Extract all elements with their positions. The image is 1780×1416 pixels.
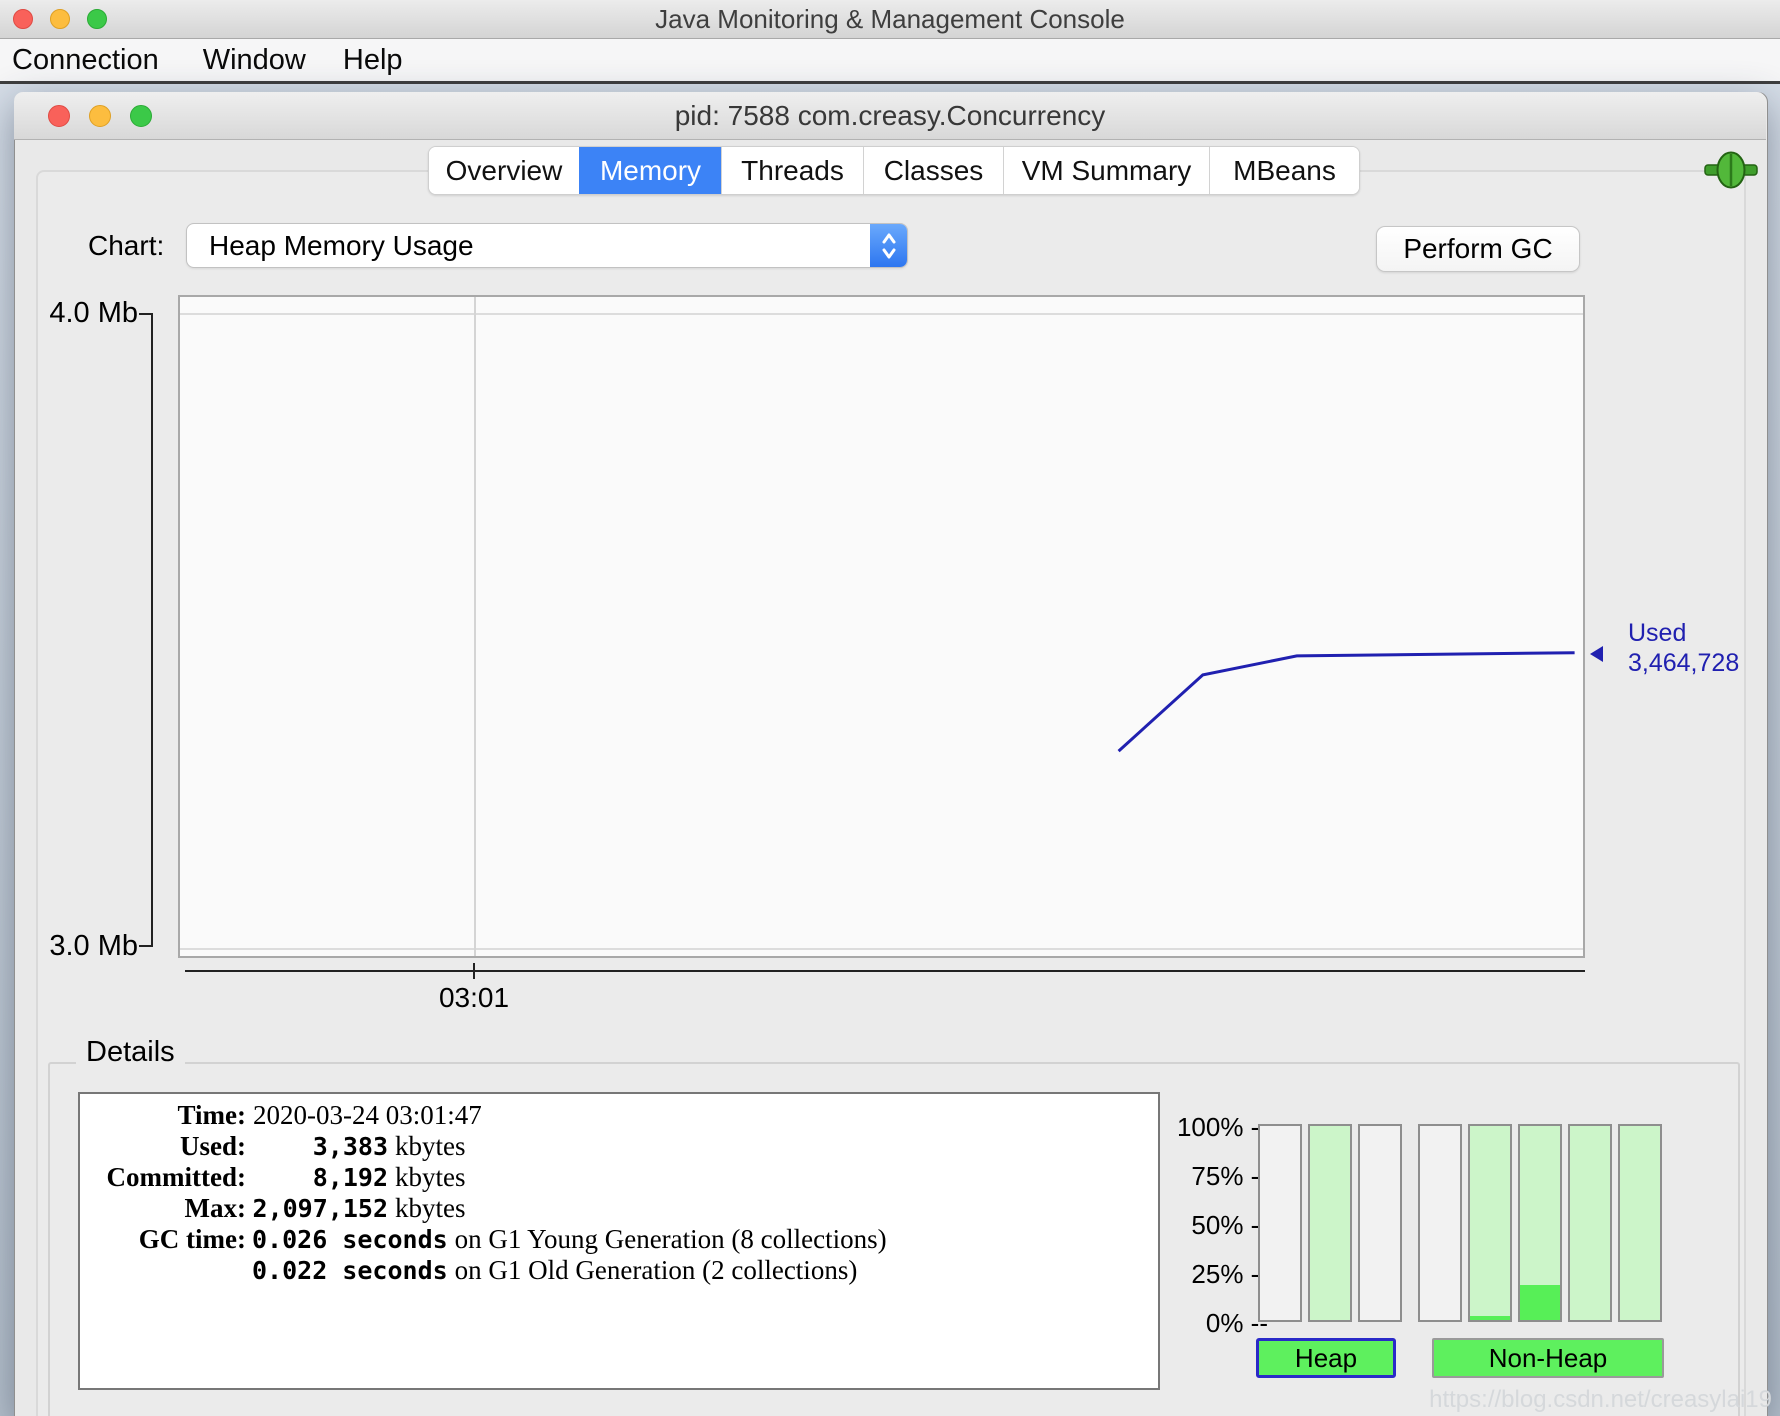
x-axis-tick-label: 03:01 — [404, 982, 544, 1014]
tab-vm-summary[interactable]: VM Summary — [1003, 147, 1209, 194]
heap-pool-bar-2 — [1308, 1124, 1352, 1322]
chart-select[interactable]: Heap Memory Usage — [186, 223, 908, 268]
menu-window[interactable]: Window — [203, 44, 306, 77]
menubar-separator — [0, 81, 1780, 84]
detail-row-used: Used: 3,383 kbytes — [80, 1131, 1158, 1162]
heap-usage-plot — [178, 295, 1585, 958]
heap-button[interactable]: Heap — [1256, 1338, 1396, 1378]
x-axis-tick — [473, 963, 475, 979]
x-axis-line — [185, 970, 1585, 972]
nonheap-pool-bar-2 — [1468, 1124, 1512, 1322]
chart-select-label: Chart: — [88, 230, 164, 262]
nonheap-pool-bar-1 — [1418, 1124, 1462, 1322]
watermark-text: https://blog.csdn.net/creasylai19 — [1160, 1386, 1772, 1414]
y-axis-label-top: 4.0 Mb — [38, 297, 138, 330]
window-title: pid: 7588 com.creasy.Concurrency — [14, 92, 1766, 140]
perform-gc-button[interactable]: Perform GC — [1376, 226, 1580, 272]
app-titlebar: Java Monitoring & Management Console — [0, 0, 1780, 39]
heap-pool-bar-1 — [1258, 1124, 1302, 1322]
nonheap-pool-bar-4 — [1568, 1124, 1612, 1322]
y-axis-tick-bottom — [139, 945, 152, 947]
non-heap-button[interactable]: Non-Heap — [1432, 1338, 1664, 1378]
detail-row-max: Max: 2,097,152 kbytes — [80, 1193, 1158, 1224]
details-text-box: Time: 2020-03-24 03:01:47 Used: 3,383 kb… — [78, 1092, 1160, 1390]
pool-ytick-0: 0% -- — [1158, 1308, 1268, 1339]
pool-ytick-25: 25% -- — [1158, 1259, 1268, 1290]
tab-bar: Overview Memory Threads Classes VM Summa… — [428, 146, 1360, 195]
pool-ytick-75: 75% -- — [1158, 1161, 1268, 1192]
y-axis-line — [151, 313, 153, 947]
pool-ytick-100: 100% -- — [1158, 1112, 1268, 1143]
nonheap-pool-bar-3 — [1518, 1124, 1562, 1322]
tab-threads[interactable]: Threads — [721, 147, 863, 194]
pool-ytick-50: 50% -- — [1158, 1210, 1268, 1241]
menu-connection[interactable]: Connection — [12, 44, 159, 77]
chart-select-value: Heap Memory Usage — [209, 224, 474, 267]
detail-row-gc-young: GC time: 0.026 seconds on G1 Young Gener… — [80, 1224, 1158, 1255]
nonheap-pool-bar-5 — [1618, 1124, 1662, 1322]
tab-overview[interactable]: Overview — [429, 147, 579, 194]
used-value-label: Used 3,464,728 — [1628, 618, 1739, 678]
screenshot-root: Java Monitoring & Management Console Con… — [0, 0, 1780, 1416]
chevron-up-down-icon — [870, 224, 907, 267]
menu-help[interactable]: Help — [343, 44, 403, 77]
series-end-arrow-icon — [1590, 646, 1603, 662]
y-axis-label-bottom: 3.0 Mb — [38, 930, 138, 963]
menubar: Connection Window Help — [0, 39, 1780, 81]
used-series-name: Used — [1628, 618, 1739, 648]
details-legend: Details — [76, 1036, 185, 1069]
detail-row-time: Time: 2020-03-24 03:01:47 — [80, 1100, 1158, 1131]
tab-classes[interactable]: Classes — [863, 147, 1003, 194]
used-memory-series — [180, 297, 1583, 956]
detail-row-committed: Committed: 8,192 kbytes — [80, 1162, 1158, 1193]
tab-mbeans[interactable]: MBeans — [1209, 147, 1359, 194]
used-series-value: 3,464,728 — [1628, 648, 1739, 678]
detail-row-gc-old: 0.022 seconds on G1 Old Generation (2 co… — [80, 1255, 1158, 1286]
connection-plug-icon — [1704, 150, 1758, 190]
app-title: Java Monitoring & Management Console — [0, 0, 1780, 38]
heap-pool-bar-3 — [1358, 1124, 1402, 1322]
tab-memory[interactable]: Memory — [579, 147, 721, 194]
y-axis-tick-top — [139, 313, 152, 315]
